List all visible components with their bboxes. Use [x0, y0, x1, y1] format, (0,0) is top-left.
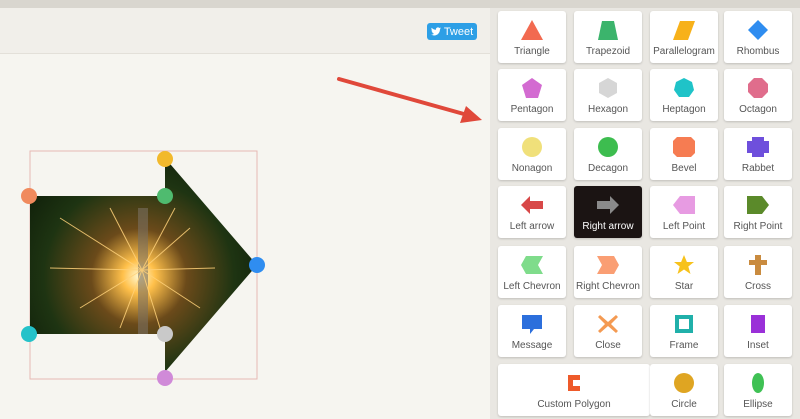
shape-tile-nonagon[interactable]: Nonagon: [498, 128, 566, 180]
right-point-icon: [747, 196, 769, 214]
shape-tile-custom-polygon[interactable]: Custom Polygon: [498, 364, 650, 416]
shape-tile-star[interactable]: Star: [650, 246, 718, 298]
shape-tile-label: Inset: [747, 340, 769, 351]
shape-tile-frame[interactable]: Frame: [650, 305, 718, 357]
nonagon-icon: [522, 137, 542, 157]
shape-tile-left-point[interactable]: Left Point: [650, 186, 718, 238]
shape-tile-left-arrow[interactable]: Left arrow: [498, 186, 566, 238]
star-icon: [674, 255, 694, 274]
shape-tile-label: Triangle: [514, 46, 550, 57]
handle-top-notch[interactable]: [157, 151, 173, 167]
shape-tile-label: Left Point: [662, 221, 706, 232]
shape-tile-message[interactable]: Message: [498, 305, 566, 357]
shape-tile-label: Octagon: [739, 104, 777, 115]
circle-icon: [674, 373, 694, 393]
frame-icon: [675, 315, 693, 333]
shape-tile-label: Bevel: [671, 163, 697, 174]
shape-tile-cross[interactable]: Cross: [724, 246, 792, 298]
shape-tile-label: Custom Polygon: [537, 399, 611, 410]
handle-top-inner[interactable]: [157, 188, 173, 204]
cross-icon: [749, 255, 767, 275]
shape-tile-right-chevron[interactable]: Right Chevron: [574, 246, 642, 298]
shape-palette: Triangle Trapezoid Parallelogram Rhombus Pen…: [490, 8, 800, 419]
shape-tile-label: Right Chevron: [576, 281, 640, 292]
decagon-icon: [598, 137, 618, 157]
shape-tile-triangle[interactable]: Triangle: [498, 11, 566, 63]
shape-tile-label: Star: [674, 281, 694, 292]
shape-tile-label: Left arrow: [509, 221, 555, 232]
right-chevron-icon: [597, 256, 619, 274]
shape-tile-label: Hexagon: [587, 104, 629, 115]
parallelogram-icon: [673, 21, 695, 40]
bevel-icon: [673, 137, 695, 157]
left-point-icon: [673, 196, 695, 214]
shape-tile-label: Ellipse: [743, 399, 773, 410]
message-icon: [522, 315, 542, 334]
shape-tile-label: Trapezoid: [585, 46, 631, 57]
hexagon-icon: [599, 78, 617, 98]
trapezoid-icon: [598, 21, 618, 40]
sparkler-image: [30, 158, 257, 372]
rabbet-icon: [747, 137, 769, 157]
triangle-icon: [521, 20, 543, 40]
shape-tile-label: Parallelogram: [653, 46, 715, 57]
shape-tile-right-arrow[interactable]: Right arrow: [574, 186, 642, 238]
shape-tile-close[interactable]: Close: [574, 305, 642, 357]
handle-bottom-notch[interactable]: [157, 370, 173, 386]
shape-tile-octagon[interactable]: Octagon: [724, 69, 792, 121]
shape-tile-hexagon[interactable]: Hexagon: [574, 69, 642, 121]
shape-tile-inset[interactable]: Inset: [724, 305, 792, 357]
handle-top-left[interactable]: [21, 188, 37, 204]
shape-tile-trapezoid[interactable]: Trapezoid: [574, 11, 642, 63]
ellipse-icon: [752, 373, 764, 393]
shape-tile-circle[interactable]: Circle: [650, 364, 718, 416]
right-arrow-icon: [597, 196, 619, 214]
handle-tip[interactable]: [249, 257, 265, 273]
shape-tile-label: Nonagon: [511, 163, 553, 174]
shape-tile-label: Message: [511, 340, 553, 351]
handle-bottom-inner[interactable]: [157, 326, 173, 342]
rhombus-icon: [748, 20, 768, 40]
shape-tile-label: Close: [595, 340, 621, 351]
shape-tile-label: Rhombus: [736, 46, 780, 57]
shape-tile-label: Cross: [744, 281, 772, 292]
shape-tile-rhombus[interactable]: Rhombus: [724, 11, 792, 63]
left-arrow-icon: [521, 196, 543, 214]
shape-tile-right-point[interactable]: Right Point: [724, 186, 792, 238]
octagon-icon: [748, 78, 768, 98]
preview-pane: Tweet: [0, 8, 490, 419]
shape-tile-label: Rabbet: [741, 163, 775, 174]
shape-tile-left-chevron[interactable]: Left Chevron: [498, 246, 566, 298]
shape-tile-label: Frame: [669, 340, 699, 351]
shape-editor-canvas[interactable]: [0, 8, 490, 419]
inset-icon: [751, 315, 765, 333]
shape-tile-ellipse[interactable]: Ellipse: [724, 364, 792, 416]
shape-tile-label: Circle: [671, 399, 697, 410]
annotation-arrow-icon: [337, 77, 482, 123]
heptagon-icon: [674, 78, 694, 97]
pentagon-icon: [522, 78, 542, 98]
shape-tile-pentagon[interactable]: Pentagon: [498, 69, 566, 121]
window-top-strip: [0, 0, 800, 8]
shape-tile-label: Right arrow: [582, 221, 634, 232]
shape-tile-label: Decagon: [587, 163, 629, 174]
shape-tile-rabbet[interactable]: Rabbet: [724, 128, 792, 180]
shape-tile-label: Heptagon: [662, 104, 706, 115]
shape-tile-bevel[interactable]: Bevel: [650, 128, 718, 180]
shape-tile-heptagon[interactable]: Heptagon: [650, 69, 718, 121]
shape-tile-label: Right Point: [733, 221, 783, 232]
shape-tile-label: Left Chevron: [503, 281, 561, 292]
handle-bottom-left[interactable]: [21, 326, 37, 342]
shape-tile-parallelogram[interactable]: Parallelogram: [650, 11, 718, 63]
left-chevron-icon: [521, 256, 543, 274]
custom-polygon-icon: [568, 375, 580, 391]
close-icon: [598, 315, 618, 333]
shape-tile-label: Pentagon: [510, 104, 554, 115]
shape-tile-decagon[interactable]: Decagon: [574, 128, 642, 180]
